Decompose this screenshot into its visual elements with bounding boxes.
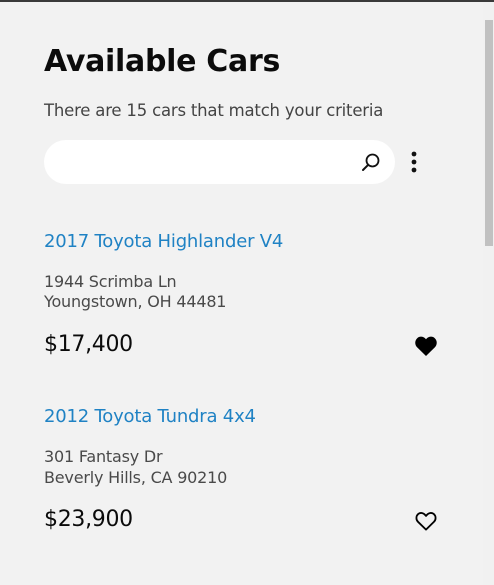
scrollbar-thumb[interactable] (485, 20, 493, 246)
results-count-text: There are 15 cars that match your criter… (44, 101, 384, 120)
scrollbar[interactable] (483, 2, 494, 585)
car-address-line1: 301 Fantasy Dr (44, 447, 163, 466)
car-price: $23,900 (44, 507, 133, 532)
heart-outline-icon[interactable] (414, 510, 438, 532)
heart-filled-icon[interactable] (414, 335, 438, 357)
car-title-link[interactable]: 2012 Toyota Tundra 4x4 (44, 406, 256, 427)
search-icon[interactable] (361, 152, 381, 172)
car-price: $17,400 (44, 332, 133, 357)
car-address-line2: Beverly Hills, CA 90210 (44, 468, 228, 487)
window-top-border (0, 0, 494, 2)
search-input[interactable] (60, 140, 354, 186)
more-vertical-icon[interactable] (410, 151, 418, 173)
car-address-line2: Youngstown, OH 44481 (44, 292, 227, 311)
search-bar[interactable] (44, 140, 395, 186)
car-title-link[interactable]: 2017 Toyota Highlander V4 (44, 231, 283, 252)
car-address-line1: 1944 Scrimba Ln (44, 272, 177, 291)
page-title: Available Cars (44, 44, 281, 79)
